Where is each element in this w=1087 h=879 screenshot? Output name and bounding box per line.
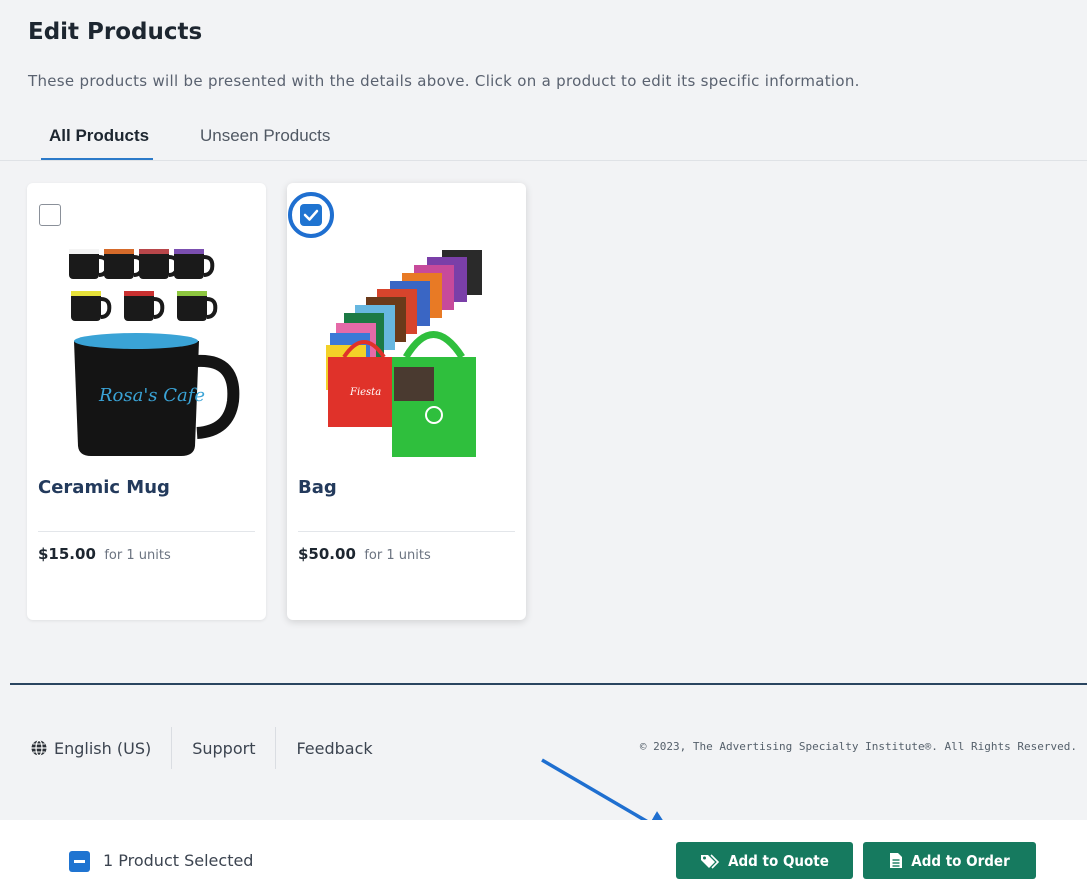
selection-action-bar: 1 Product Selected Add to Quote Add to O… xyxy=(0,820,1087,879)
footer-links: English (US) Support Feedback xyxy=(30,727,393,769)
document-icon xyxy=(890,853,903,868)
support-link[interactable]: Support xyxy=(171,727,275,769)
bag-image: Fiesta xyxy=(326,250,482,457)
product-checkbox[interactable] xyxy=(39,204,61,226)
add-to-quote-button[interactable]: Add to Quote xyxy=(676,842,853,879)
product-price: $15.00 xyxy=(38,545,96,563)
product-checkbox-checked[interactable] xyxy=(288,192,334,238)
highlight-circle-annotation xyxy=(288,192,334,238)
bulk-select-checkbox[interactable] xyxy=(69,851,90,872)
price-row: $15.00 for 1 units xyxy=(38,545,171,564)
product-tabs: All Products Unseen Products xyxy=(0,118,1087,161)
unit-note: for 1 units xyxy=(104,548,171,563)
product-card-bag[interactable]: Fiesta Bag $50.00 for 1 units xyxy=(287,183,526,620)
product-card-ceramic-mug[interactable]: Rosa's Cafe Ceramic Mug $15.00 for 1 uni… xyxy=(27,183,266,620)
globe-icon xyxy=(30,739,48,757)
product-name: Ceramic Mug xyxy=(38,477,170,498)
page-description: These products will be presented with th… xyxy=(28,72,860,90)
price-row: $50.00 for 1 units xyxy=(298,545,431,564)
footer-divider xyxy=(10,683,1087,685)
tab-unseen-products[interactable]: Unseen Products xyxy=(200,126,330,158)
add-to-quote-label: Add to Quote xyxy=(728,851,829,870)
svg-text:Rosa's Cafe: Rosa's Cafe xyxy=(98,385,205,406)
unit-note: for 1 units xyxy=(364,548,431,563)
language-selector[interactable]: English (US) xyxy=(30,727,171,769)
product-name: Bag xyxy=(298,477,337,498)
tag-icon xyxy=(701,853,720,869)
copyright-text: © 2023, The Advertising Specialty Instit… xyxy=(639,740,1077,753)
mug-image: Rosa's Cafe xyxy=(69,249,240,456)
card-divider xyxy=(298,531,515,532)
svg-text:Fiesta: Fiesta xyxy=(349,387,381,398)
selection-status: 1 Product Selected xyxy=(103,851,254,870)
page-title: Edit Products xyxy=(28,19,203,45)
add-to-order-label: Add to Order xyxy=(911,851,1010,870)
product-price: $50.00 xyxy=(298,545,356,563)
tab-all-products[interactable]: All Products xyxy=(41,126,154,160)
card-divider xyxy=(38,531,255,532)
add-to-order-button[interactable]: Add to Order xyxy=(863,842,1036,879)
feedback-link[interactable]: Feedback xyxy=(275,727,392,769)
language-label: English (US) xyxy=(54,738,152,758)
